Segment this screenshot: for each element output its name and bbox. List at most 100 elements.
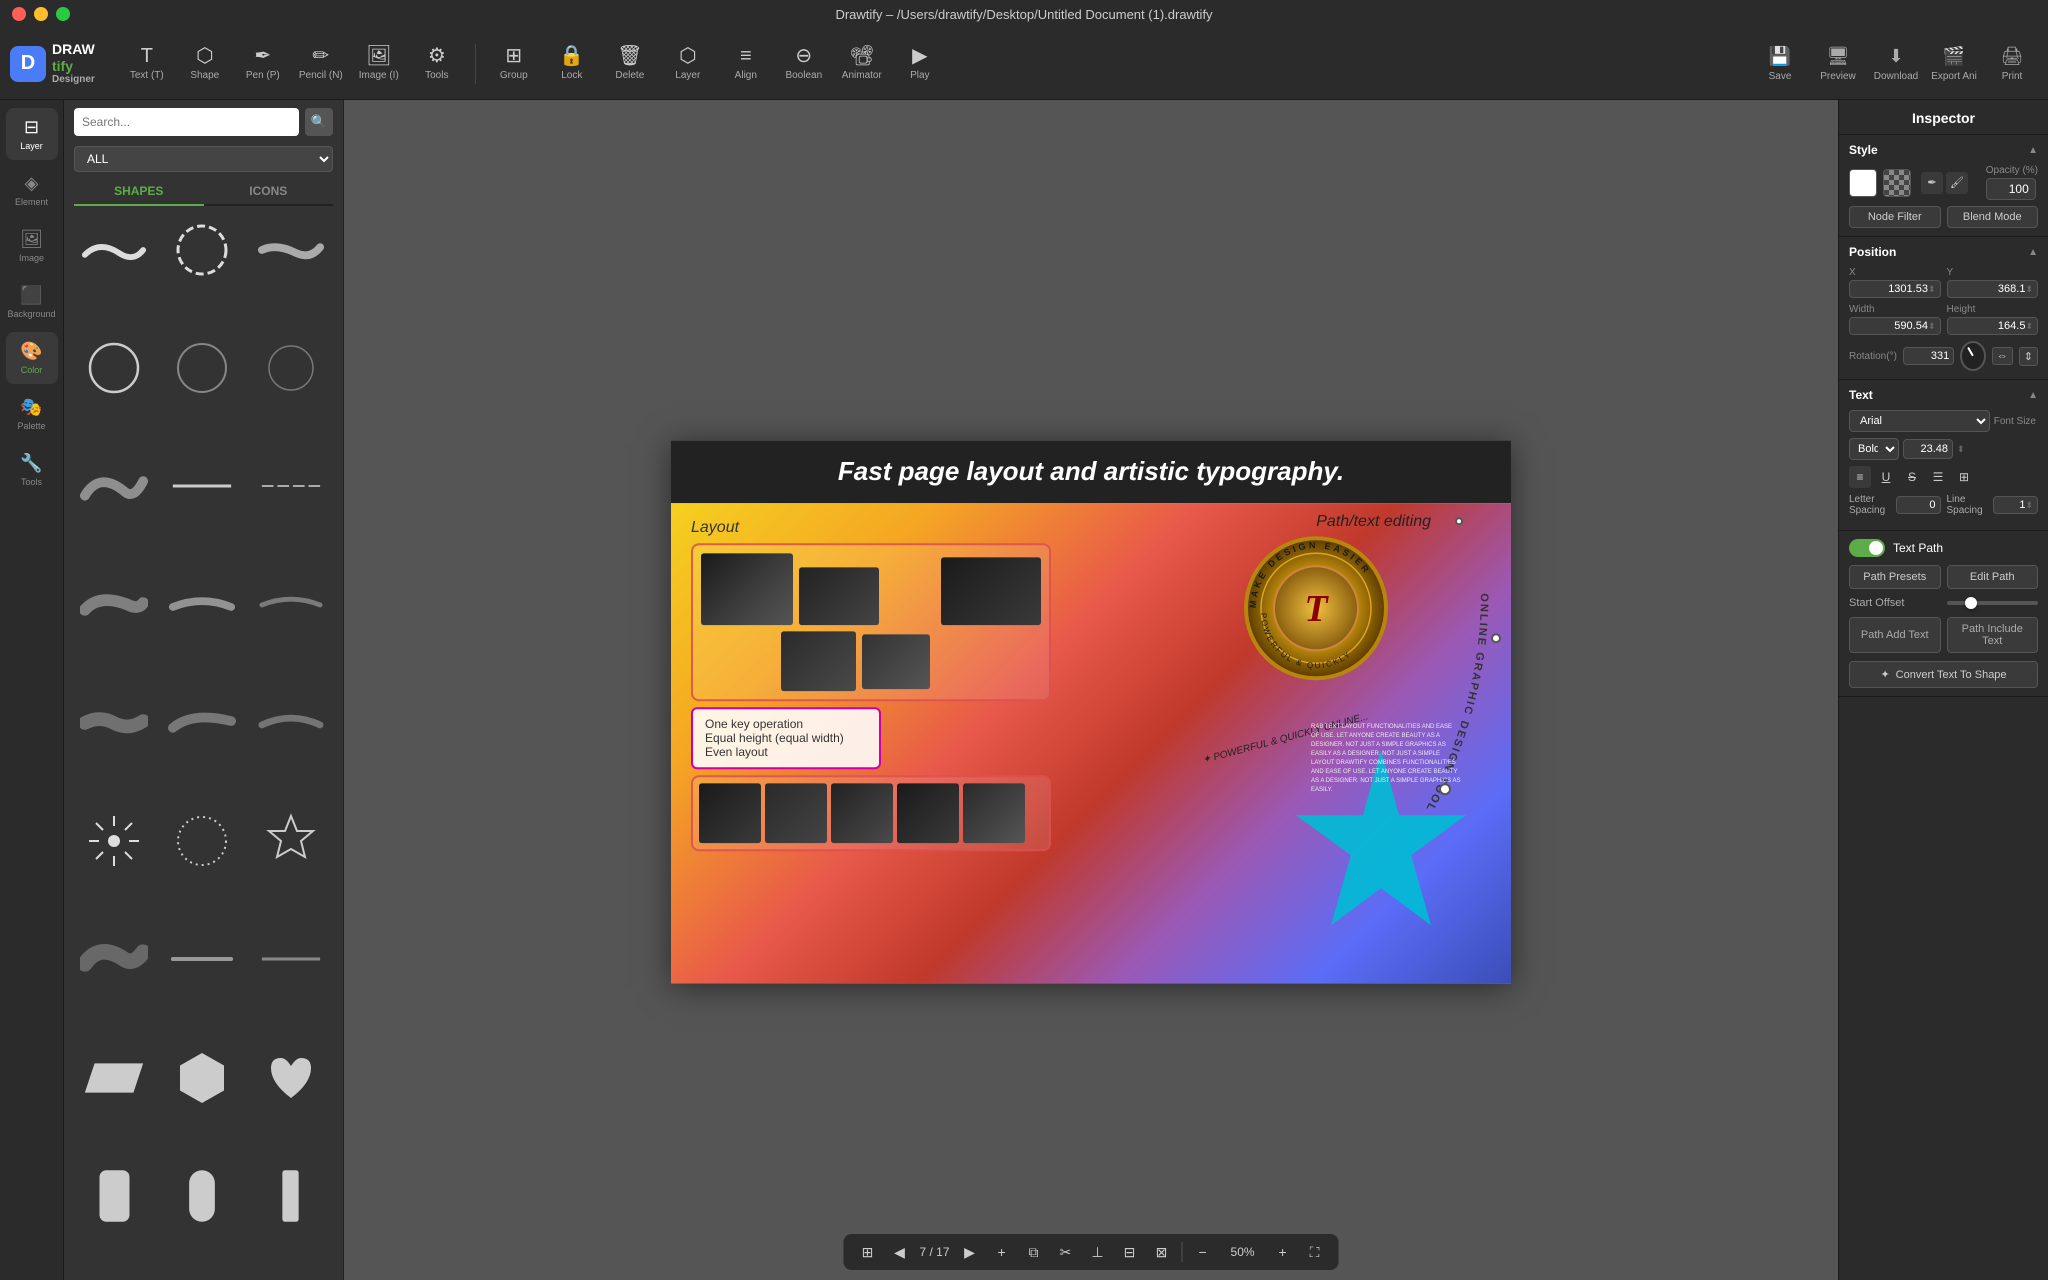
minimize-button[interactable] [34,7,48,21]
shape-starburst[interactable] [74,805,154,877]
slice-btn[interactable]: ✂ [1054,1240,1078,1264]
shape-circle-outline-1[interactable] [74,332,154,404]
play-btn[interactable]: ▶ Play [892,34,948,94]
edit-path-btn[interactable]: Edit Path [1947,565,2039,589]
shape-star-of-david[interactable] [251,805,331,877]
image-tool-btn[interactable]: 🖼 Image (I) [351,34,407,94]
download-btn[interactable]: ⬇ Download [1870,34,1922,94]
maximize-button[interactable] [56,7,70,21]
rotation-handle[interactable] [1439,783,1451,795]
photo-b4[interactable] [897,783,959,843]
tab-icons[interactable]: ICONS [204,178,334,206]
sidebar-item-background[interactable]: ⬛ Background [6,276,58,328]
shape-hexagon[interactable] [162,1042,242,1114]
shape-line-3[interactable] [162,923,242,995]
text-collapse-btn[interactable]: ▲ [2028,390,2038,401]
close-button[interactable] [12,7,26,21]
strikethrough-btn[interactable]: S [1901,466,1923,488]
search-button[interactable]: 🔍 [305,108,333,136]
layout-btn[interactable]: ⊠ [1150,1240,1174,1264]
shape-brush-5[interactable] [162,569,242,641]
photo-b2[interactable] [765,783,827,843]
font-weight-select[interactable]: Bold Regular Italic [1849,438,1899,460]
tools-btn[interactable]: ⚙ Tools [409,34,465,94]
letter-spacing-input[interactable] [1901,499,1936,511]
next-page-btn[interactable]: ▶ [958,1240,982,1264]
table-btn[interactable]: ⊞ [1953,466,1975,488]
y-input[interactable] [1952,283,2026,295]
photo-2[interactable] [799,567,879,625]
font-select[interactable]: Arial Helvetica Times New Roman [1849,410,1990,432]
filter-select[interactable]: ALL BASIC ARROWS LINES DECORATIVE [74,146,333,172]
shape-parallelogram[interactable] [74,1042,154,1114]
sidebar-item-layer[interactable]: ⊟ Layer [6,108,58,160]
text-tool-btn[interactable]: T Text (T) [119,34,175,94]
shape-dotted-circle[interactable] [162,805,242,877]
rotation-dial[interactable] [1960,341,1986,371]
rotation-input[interactable] [1908,350,1949,362]
lock-btn[interactable]: 🔒 Lock [544,34,600,94]
tab-shapes[interactable]: SHAPES [74,178,204,206]
layer-btn[interactable]: ⬡ Layer [660,34,716,94]
photo-3[interactable] [941,557,1041,625]
shape-brush-9[interactable] [251,687,331,759]
height-input[interactable] [1952,320,2026,332]
font-size-input[interactable] [1903,439,1953,459]
preview-btn[interactable]: 🖥 Preview [1812,34,1864,94]
pen-tool-btn[interactable]: ✒ Pen (P) [235,34,291,94]
shape-rounded-rect[interactable] [74,1160,154,1232]
sidebar-item-color[interactable]: 🎨 Color [6,332,58,384]
pen-style-btn[interactable]: ✒ [1921,172,1943,194]
shape-brush-6[interactable] [251,569,331,641]
blend-mode-btn[interactable]: Blend Mode [1947,206,2039,228]
shape-tool-btn[interactable]: ⬡ Shape [177,34,233,94]
photo-b5[interactable] [963,783,1025,843]
prev-page-btn[interactable]: ◀ [887,1240,911,1264]
shape-line-2[interactable] [251,450,331,522]
shape-brush-7[interactable] [74,687,154,759]
sidebar-item-tools[interactable]: 🔧 Tools [6,444,58,496]
shape-heart[interactable] [251,1042,331,1114]
sidebar-item-element[interactable]: ◈ Element [6,164,58,216]
path-add-text-btn[interactable]: Path Add Text [1849,617,1941,653]
pattern-swatch[interactable] [1883,169,1911,197]
search-input[interactable] [74,108,299,136]
line-spacing-input[interactable] [1998,499,2025,511]
offset-slider-knob[interactable] [1965,597,1977,609]
node-filter-btn[interactable]: Node Filter [1849,206,1941,228]
photo-b3[interactable] [831,783,893,843]
doc-body[interactable]: Layout [671,503,1511,983]
list-btn[interactable]: ☰ [1927,466,1949,488]
photo-5[interactable] [862,634,930,689]
fit-page-btn[interactable]: ⛶ [1303,1240,1327,1264]
add-page-btn[interactable]: + [990,1240,1014,1264]
export-ani-btn[interactable]: 🎬 Export Ani [1928,34,1980,94]
x-input[interactable] [1854,283,1928,295]
shape-brush-2[interactable] [251,214,331,286]
document-canvas[interactable]: Fast page layout and artistic typography… [671,440,1511,983]
pencil-tool-btn[interactable]: ✏ Pencil (N) [293,34,349,94]
grid-view-btn[interactable]: ⊞ [855,1240,879,1264]
sidebar-item-palette[interactable]: 🎭 Palette [6,388,58,440]
save-btn[interactable]: 💾 Save [1754,34,1806,94]
flip-v-btn[interactable]: ⇕ [2019,347,2038,366]
photo-b1[interactable] [699,783,761,843]
align-left-btn[interactable]: ≡ [1849,466,1871,488]
shape-circle-outline-2[interactable] [162,332,242,404]
flip-h-btn[interactable]: ⇔ [1992,347,2013,365]
paint-style-btn[interactable]: 🖌 [1946,172,1968,194]
width-input[interactable] [1854,320,1928,332]
fill-color-swatch[interactable] [1849,169,1877,197]
group-btn[interactable]: ⊞ Group [486,34,542,94]
shape-brush-1[interactable] [74,214,154,286]
delete-btn[interactable]: 🗑 Delete [602,34,658,94]
grid-toggle-btn[interactable]: ⊟ [1118,1240,1142,1264]
boolean-btn[interactable]: ⊖ Boolean [776,34,832,94]
print-btn[interactable]: 🖨 Print [1986,34,2038,94]
text-path-toggle[interactable] [1849,539,1885,557]
shape-pill[interactable] [162,1160,242,1232]
path-include-text-btn[interactable]: Path Include Text [1947,617,2039,653]
align-bottom-btn[interactable]: ⊥ [1086,1240,1110,1264]
shape-circle-stroke-1[interactable] [162,214,242,286]
shape-brush-3[interactable] [74,450,154,522]
